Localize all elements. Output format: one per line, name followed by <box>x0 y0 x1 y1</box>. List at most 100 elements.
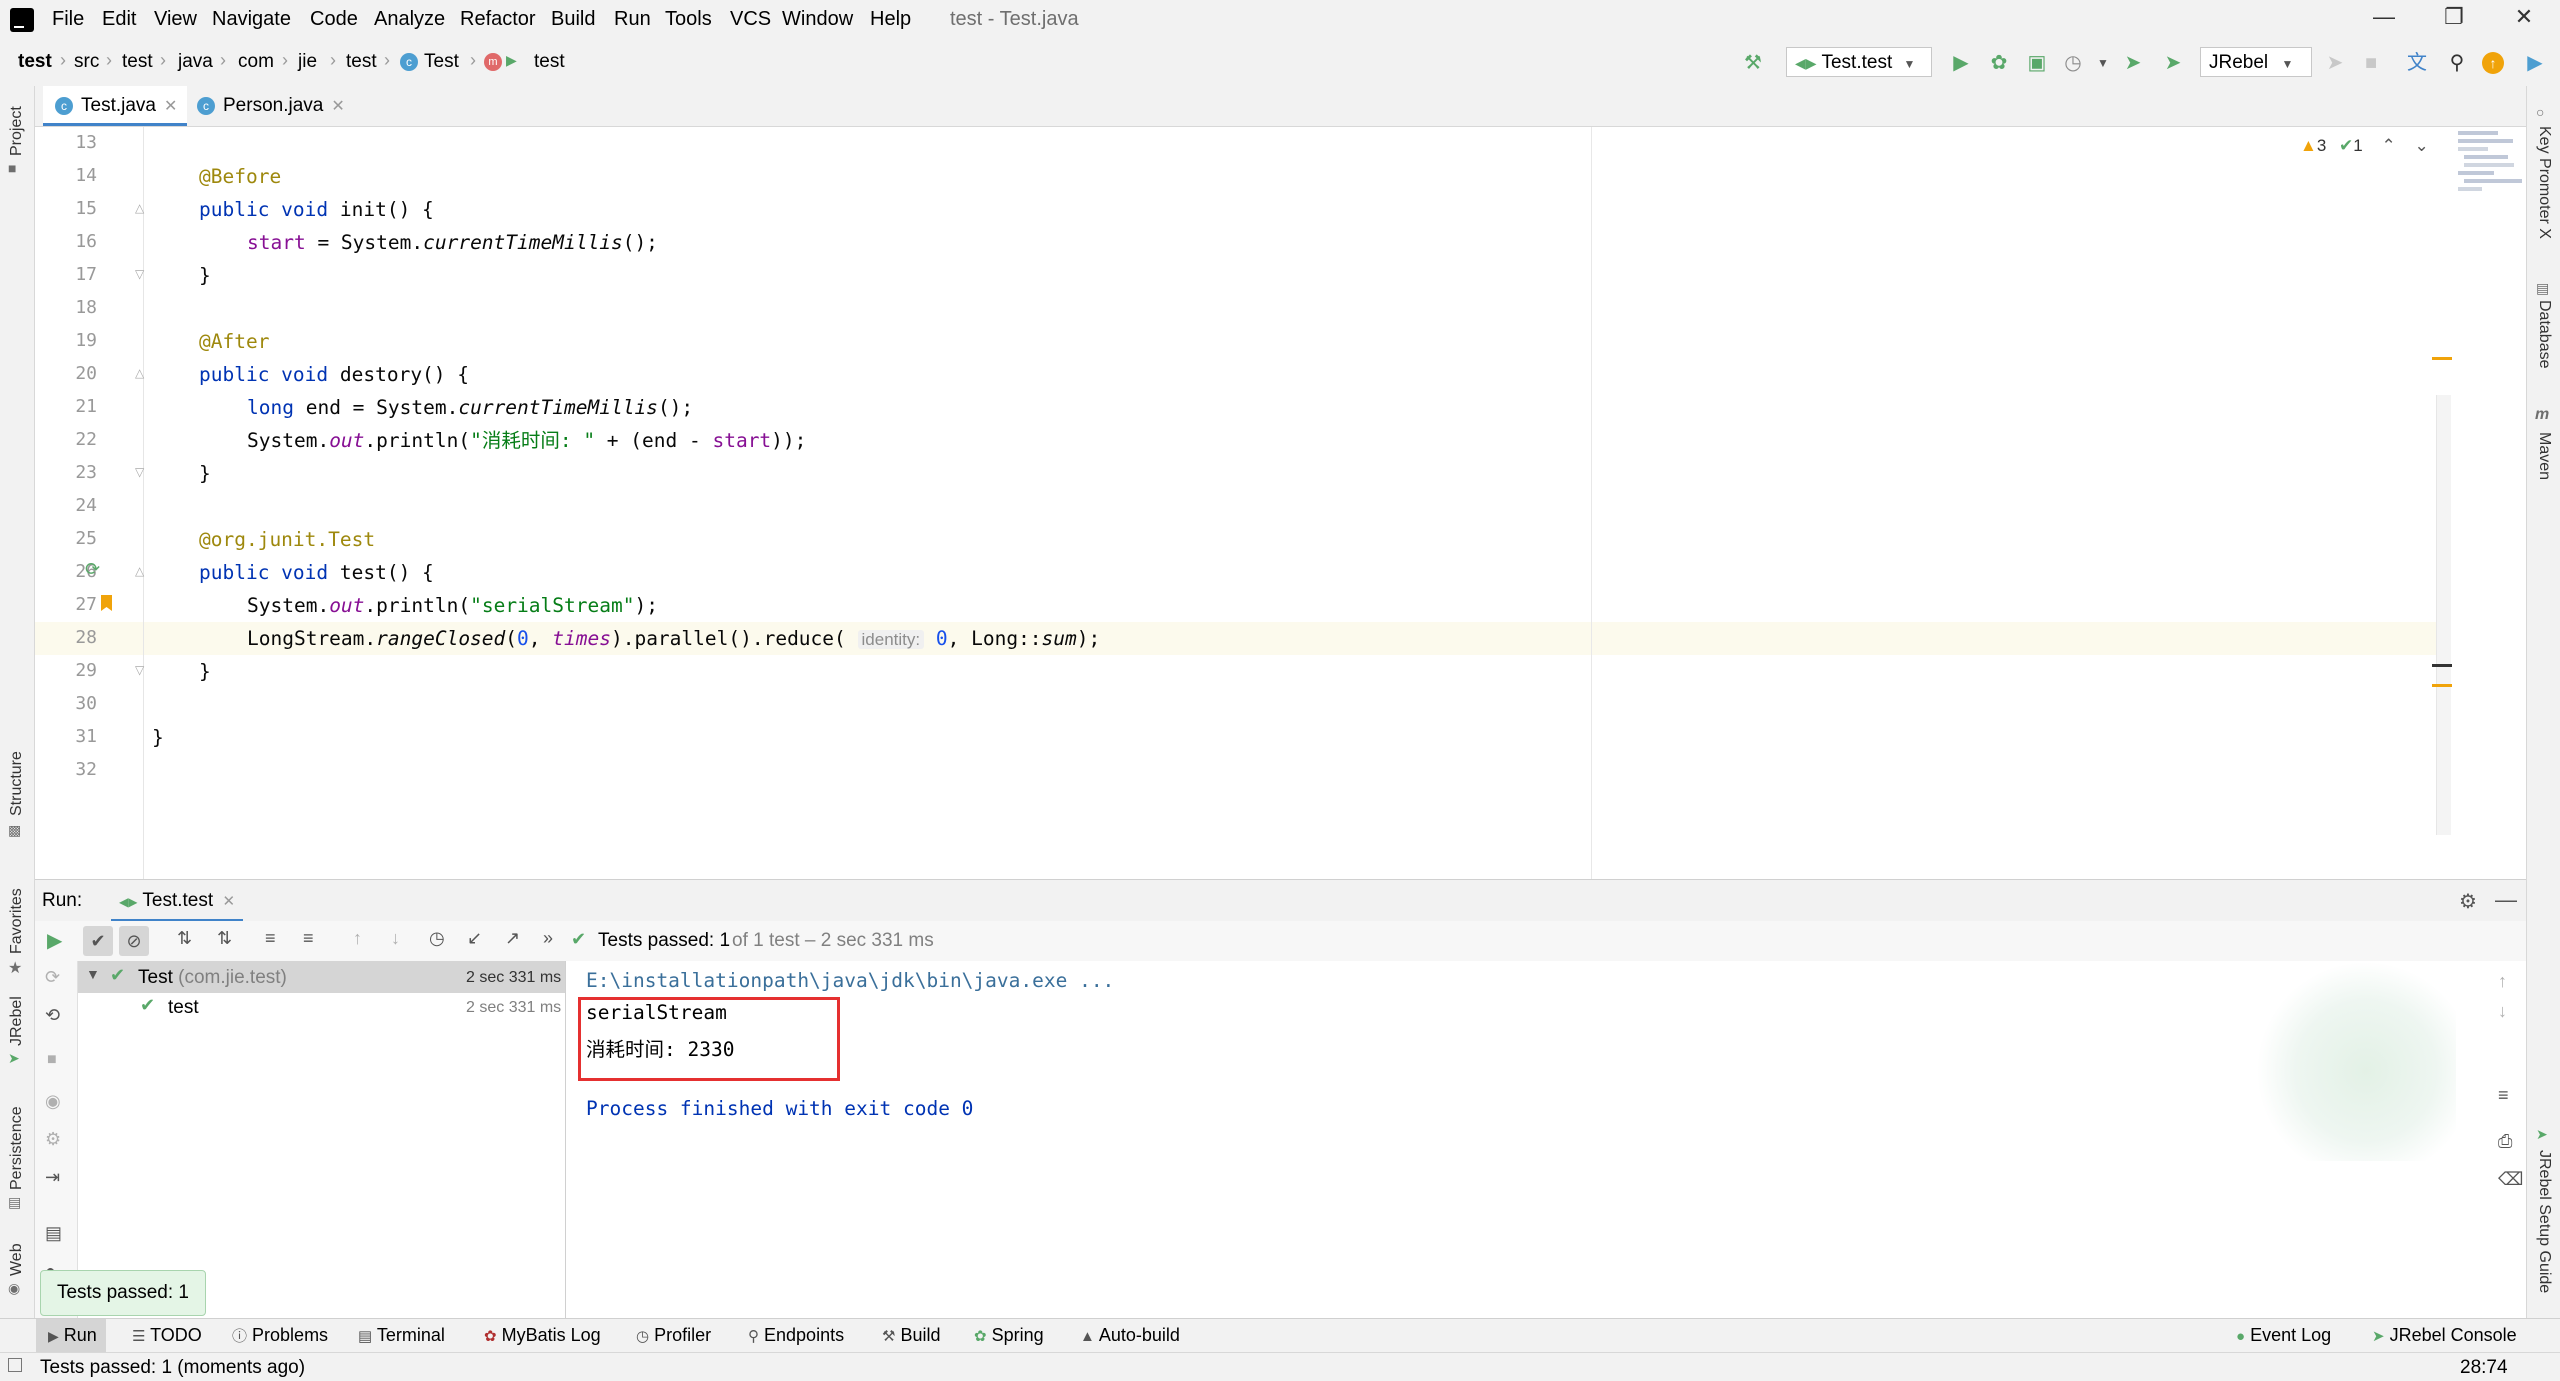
tool-persistence[interactable]: Persistence <box>8 1106 26 1190</box>
bookmark-icon[interactable] <box>101 595 112 611</box>
profile-icon[interactable]: ◷ <box>2060 50 2086 76</box>
search-icon[interactable]: ⚲ <box>2444 50 2470 76</box>
close-tab-icon[interactable]: ✕ <box>222 893 235 910</box>
tool-structure[interactable]: Structure <box>8 751 26 816</box>
tool-database[interactable]: Database <box>2535 300 2553 369</box>
breadcrumb-src[interactable]: src <box>74 51 99 73</box>
jrebel-run-icon[interactable]: ➤ <box>2120 50 2146 76</box>
menu-vcs[interactable]: VCS <box>730 8 771 31</box>
stop-icon[interactable]: ■ <box>2358 50 2384 76</box>
tool-favorites[interactable]: Favorites <box>8 888 26 954</box>
tool-window-mybatis-log[interactable]: ✿ MyBatis Log <box>484 1325 601 1346</box>
import-tests-icon[interactable]: ↙ <box>467 928 482 949</box>
stop-run-icon[interactable]: ■ <box>47 1051 57 1069</box>
close-icon[interactable]: ✕ <box>2504 4 2544 30</box>
sort-alpha-icon[interactable]: ⇅ <box>177 928 192 949</box>
run-tab-test-test[interactable]: ◀▶ Test.test ✕ <box>111 880 244 922</box>
editor-scrollbar[interactable] <box>2436 395 2451 835</box>
tool-window-run[interactable]: ▶ Run <box>48 1325 97 1346</box>
tree-row-test-class[interactable]: Test (com.jie.test) <box>138 967 287 989</box>
layout-icon[interactable]: ▤ <box>45 1223 62 1244</box>
fold-icon[interactable]: △ <box>135 366 144 380</box>
tool-window-todo[interactable]: ☰ TODO <box>132 1325 202 1346</box>
show-passed-toggle-icon[interactable]: ✔ <box>83 926 113 956</box>
build-hammer-icon[interactable]: ⚒ <box>1740 50 1766 76</box>
console-output[interactable]: E:\installationpath\java\jdk\bin\java.ex… <box>566 961 2486 1318</box>
run-test-gutter-icon[interactable]: ⟳ <box>85 559 100 580</box>
toggle-auto-test-icon[interactable]: ⟲ <box>45 1005 60 1026</box>
menu-tools[interactable]: Tools <box>665 8 712 31</box>
login-icon[interactable]: ⇥ <box>45 1167 60 1188</box>
fold-icon[interactable]: ▽ <box>135 663 144 677</box>
rerun-failed-icon[interactable]: ⟳ <box>45 967 60 988</box>
menu-view[interactable]: View <box>154 8 197 31</box>
warning-stripe[interactable] <box>2432 357 2452 360</box>
menu-help[interactable]: Help <box>870 8 911 31</box>
menu-edit[interactable]: Edit <box>102 8 136 31</box>
show-ignored-toggle-icon[interactable]: ⊘ <box>119 926 149 956</box>
breadcrumb-class-test[interactable]: Test <box>424 51 459 73</box>
code-editor[interactable]: @Before public void init() { start = Sys… <box>144 127 2444 879</box>
code-minimap[interactable] <box>2450 127 2526 267</box>
update-icon[interactable]: ↑ <box>2482 52 2504 74</box>
run-configuration-select[interactable]: ◀▶ Test.test ▼ <box>1786 47 1932 77</box>
tool-window-spring[interactable]: ✿ Spring <box>974 1325 1044 1346</box>
breadcrumb-method-test[interactable]: test <box>534 51 565 73</box>
collapse-all-icon[interactable]: ≡ <box>303 928 314 949</box>
history-clock-icon[interactable]: ◷ <box>429 928 445 949</box>
scroll-down-icon[interactable]: ↓ <box>2498 1001 2507 1022</box>
chevron-down-icon[interactable]: ▼ <box>86 966 100 982</box>
trash-icon[interactable]: ⌫ <box>2498 1169 2523 1190</box>
tool-window-build[interactable]: ⚒ Build <box>882 1325 941 1346</box>
jrebel-sync-icon[interactable]: ➤ <box>2322 50 2348 76</box>
tool-window-profiler[interactable]: ◷ Profiler <box>636 1325 711 1346</box>
tool-window-terminal[interactable]: ▤ Terminal <box>358 1325 445 1346</box>
breadcrumb-jie[interactable]: jie <box>298 51 317 73</box>
breadcrumb-test[interactable]: test <box>122 51 153 73</box>
previous-failed-icon[interactable]: ↑ <box>353 928 362 949</box>
tool-window-auto-build[interactable]: ▲ Auto-build <box>1080 1325 1180 1346</box>
tool-web[interactable]: Web <box>8 1243 26 1276</box>
tool-window-problems[interactable]: ⓘ Problems <box>232 1325 328 1346</box>
tool-window-event-log[interactable]: ● Event Log <box>2236 1325 2331 1346</box>
fold-icon[interactable]: △ <box>135 564 144 578</box>
gear-icon[interactable]: ⚙ <box>2459 889 2477 914</box>
soft-wrap-icon[interactable]: ≡ <box>2498 1085 2509 1106</box>
breadcrumb-java[interactable]: java <box>178 51 213 73</box>
tab-person-java[interactable]: c Person.java ✕ <box>185 86 355 126</box>
run-icon[interactable]: ▶ <box>1948 50 1974 76</box>
close-tab-icon[interactable]: ✕ <box>164 98 177 115</box>
tool-maven[interactable]: Maven <box>2535 432 2553 480</box>
debug-bug-icon[interactable]: ✿ <box>1986 50 2012 76</box>
caret-position[interactable]: 28:74 <box>2460 1357 2508 1379</box>
warning-stripe[interactable] <box>2432 684 2452 687</box>
menu-file[interactable]: File <box>52 8 84 31</box>
menu-navigate[interactable]: Navigate <box>212 8 291 31</box>
menu-analyze[interactable]: Analyze <box>374 8 445 31</box>
tool-project[interactable]: Project <box>8 106 26 156</box>
tool-jrebel-setup-guide[interactable]: JRebel Setup Guide <box>2535 1150 2553 1293</box>
rerun-icon[interactable]: ▶ <box>47 928 62 953</box>
fold-icon[interactable]: △ <box>135 201 144 215</box>
tests-passed-toast[interactable]: Tests passed: 1 <box>40 1270 206 1316</box>
tree-row-test-method[interactable]: test <box>168 997 199 1019</box>
menu-window[interactable]: Window <box>782 8 853 31</box>
coverage-icon[interactable]: ▣ <box>2024 50 2050 76</box>
inspections-widget[interactable]: ▲3 ✔1 ⌃ ⌄ <box>2300 136 2429 156</box>
chevron-down-icon[interactable]: ⌄ <box>2414 136 2428 155</box>
tool-key-promoter-x[interactable]: Key Promoter X <box>2535 126 2553 239</box>
translate-icon[interactable]: 文 <box>2404 50 2430 76</box>
toggle-tool-windows-icon[interactable] <box>8 1358 22 1372</box>
restore-icon[interactable]: ❐ <box>2434 4 2474 30</box>
menu-run[interactable]: Run <box>614 8 651 31</box>
sort-duration-icon[interactable]: ⇅ <box>217 928 232 949</box>
jrebel-select[interactable]: JRebel ▼ <box>2200 47 2312 77</box>
expand-all-icon[interactable]: ≡ <box>265 928 276 949</box>
hide-panel-icon[interactable]: — <box>2495 887 2517 913</box>
tab-test-java[interactable]: c Test.java ✕ <box>43 86 188 126</box>
print-icon[interactable]: ⎙ <box>2498 1131 2512 1152</box>
tool-jrebel[interactable]: JRebel <box>8 996 26 1046</box>
jrebel-debug-icon[interactable]: ➤ <box>2160 50 2186 76</box>
tool-window-jrebel-console[interactable]: ➤ JRebel Console <box>2372 1325 2517 1346</box>
status-message[interactable]: Tests passed: 1 (moments ago) <box>40 1357 305 1379</box>
